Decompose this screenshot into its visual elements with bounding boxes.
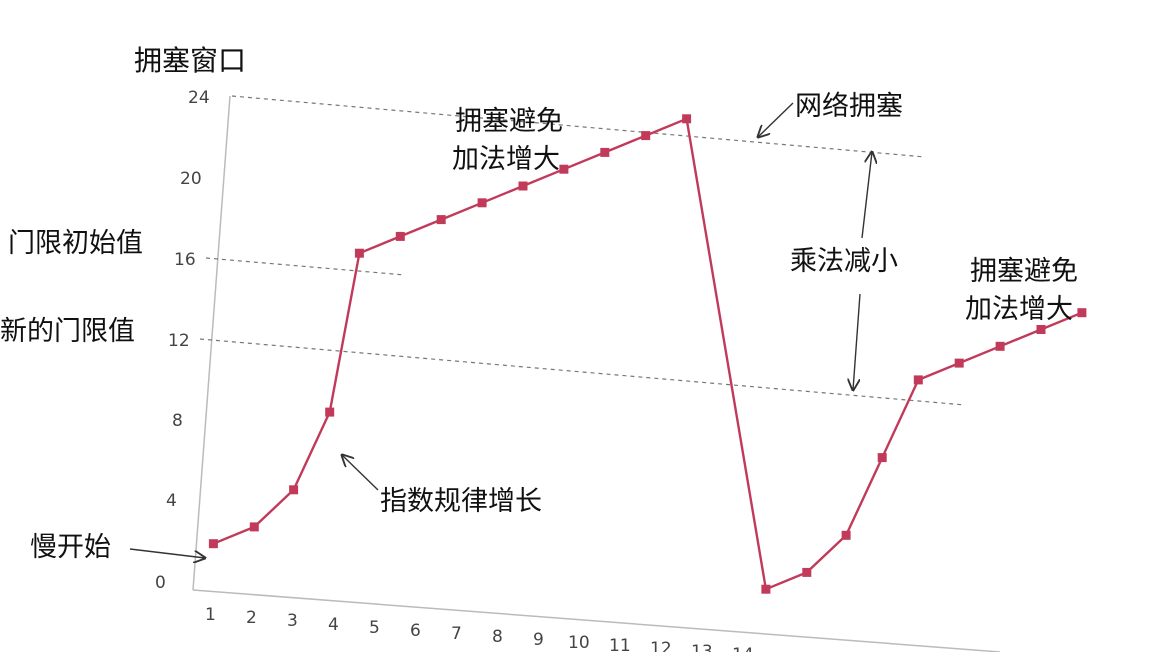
y-tick-label: 0: [155, 573, 166, 593]
slow-start-label: 慢开始: [30, 532, 111, 563]
y-tick-label: 20: [180, 169, 202, 189]
data-point: [249, 522, 259, 532]
congestion-avoidance-label-line2: 加法增大: [452, 144, 560, 175]
data-point: [600, 147, 610, 157]
x-tick-label: 4: [328, 615, 339, 635]
multiplicative-decrease-label: 乘法减小: [790, 246, 898, 277]
data-point: [395, 231, 405, 241]
network-congestion-arrow: [758, 102, 794, 137]
multiplicative-decrease-arrow-down: [853, 293, 861, 390]
x-tick-label: 10: [568, 633, 590, 652]
data-point: [208, 539, 218, 549]
y-tick-label: 12: [168, 331, 190, 351]
data-point: [325, 407, 335, 417]
multiplicative-decrease-arrow-up: [861, 152, 872, 239]
data-point: [802, 567, 812, 577]
data-point: [1077, 308, 1087, 318]
x-tick-label: 3: [287, 611, 298, 631]
x-tick-label: 14: [732, 645, 754, 652]
x-tick-label: 2: [246, 608, 257, 628]
congestion-avoidance-2-label-line2: 加法增大: [965, 294, 1073, 325]
data-point: [877, 453, 887, 463]
data-point: [761, 584, 771, 594]
y-tick-label: 4: [166, 491, 177, 511]
data-point: [518, 181, 528, 191]
x-tick-label: 5: [369, 618, 380, 638]
initial-threshold-label: 门限初始值: [8, 228, 143, 259]
chart-stage: 拥塞窗口 0 4 8 12 16 20 24 1 2 3 4 5 6 7 8 9…: [0, 0, 1156, 656]
y-tick-labels: 0 4 8 12 16 20 24: [155, 88, 210, 593]
new-threshold-label: 新的门限值: [0, 316, 135, 347]
data-point: [841, 530, 851, 540]
x-axis: [192, 589, 1001, 653]
congestion-avoidance-2-label-line1: 拥塞避免: [970, 256, 1078, 287]
data-point: [354, 248, 364, 258]
x-tick-label: 7: [451, 624, 462, 644]
exponential-growth-label: 指数规律增长: [380, 486, 542, 517]
x-tick-label: 1: [205, 605, 216, 625]
y-tick-label: 8: [172, 411, 183, 431]
exponential-growth-arrow: [342, 455, 379, 491]
y-tick-label: 24: [188, 88, 210, 108]
x-tick-label: 9: [533, 630, 544, 650]
data-point: [436, 215, 446, 225]
data-point: [995, 341, 1005, 351]
x-tick-label: 8: [492, 627, 503, 647]
network-congestion-label: 网络拥塞: [795, 91, 903, 122]
data-point: [913, 375, 923, 385]
series-line: [212, 117, 1083, 591]
data-point: [641, 131, 651, 141]
x-tick-label: 11: [609, 636, 631, 652]
data-point: [477, 198, 487, 208]
congestion-avoidance-label-line1: 拥塞避免: [455, 106, 563, 137]
series-layer: [208, 114, 1087, 594]
data-point: [559, 164, 569, 174]
data-point: [682, 114, 692, 124]
congestion-window-chart: 拥塞窗口 0 4 8 12 16 20 24 1 2 3 4 5 6 7 8 9…: [0, 44, 1087, 656]
data-point: [1036, 325, 1046, 334]
y-tick-label: 16: [174, 250, 196, 270]
reference-line-16: [205, 257, 406, 276]
y-axis-label: 拥塞窗口: [134, 44, 246, 77]
reference-line-12: [199, 338, 966, 406]
x-tick-label: 12: [650, 639, 672, 652]
x-tick-label: 13: [691, 642, 713, 652]
slow-start-arrow: [129, 548, 205, 558]
x-tick-label: 6: [410, 621, 421, 641]
data-point: [954, 358, 964, 368]
data-point: [289, 485, 299, 495]
